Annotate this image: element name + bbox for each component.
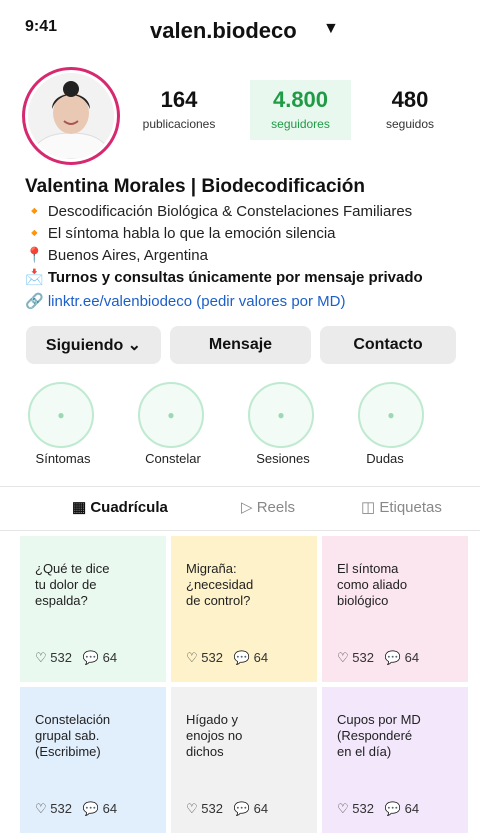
post-title: El síntoma como aliado biológico [337,561,408,608]
highlight-constelar[interactable]: ● [138,382,204,448]
bio-line-1: 🔸 Descodificación Biológica & Constelaci… [25,203,413,220]
bio-link[interactable]: 🔗 linktr.ee/valenbiodeco (pedir valores … [25,292,346,310]
avatar[interactable] [28,73,114,159]
profile-name: Valentina Morales | Biodecodificación [25,176,366,197]
post-stats: ♡ 532 💬 64 [337,801,420,816]
highlight-sintomas[interactable]: ● [28,382,94,448]
tab-reels[interactable]: ▷ Reels [241,498,295,516]
post-title: Hígado y enojos no dichos [186,712,243,759]
bio-location: 📍 Buenos Aires, Argentina [25,247,208,264]
stat-following-label: seguidos [385,117,435,131]
bio-contact-note: 📩 Turnos y consultas únicamente por mens… [25,269,423,286]
bio-line-2: 🔸 El síntoma habla lo que la emoción sil… [25,225,336,242]
tab-tagged[interactable]: ◫ Etiquetas [361,498,442,516]
stat-following-count: 480 [391,87,429,112]
post-tile[interactable]: ¿Qué te dice tu dolor de espalda? ♡ 532 … [20,536,166,682]
divider [0,486,480,487]
stat-followers[interactable]: 4.800 seguidores [250,80,351,140]
stat-posts-count: 164 [160,87,198,112]
highlight-dudas[interactable]: ● [358,382,424,448]
chevron-down-icon[interactable]: ▼ [323,20,339,38]
highlight-icon: ● [28,382,94,448]
divider [0,530,480,531]
post-stats: ♡ 532 💬 64 [186,801,269,816]
highlight-label: Síntomas [35,451,91,466]
highlight-icon: ● [248,382,314,448]
highlight-label: Sesiones [256,451,310,466]
post-title: Migraña: ¿necesidad de control? [186,561,254,608]
stat-posts[interactable]: 164 publicaciones [135,87,223,131]
contact-button[interactable]: Contacto [320,326,456,364]
message-button[interactable]: Mensaje [170,326,311,364]
post-tile[interactable]: Cupos por MD (Responderé en el día) ♡ 53… [322,687,468,833]
status-time: 9:41 [25,18,58,35]
post-tile[interactable]: El síntoma como aliado biológico ♡ 532 💬… [322,536,468,682]
post-tile[interactable]: Migraña: ¿necesidad de control? ♡ 532 💬 … [171,536,317,682]
highlight-sesiones[interactable]: ● [248,382,314,448]
post-stats: ♡ 532 💬 64 [186,650,269,665]
post-stats: ♡ 532 💬 64 [35,801,118,816]
stat-followers-label: seguidores [271,117,330,131]
post-title: Cupos por MD (Responderé en el día) [337,712,421,759]
stat-following[interactable]: 480 seguidos [370,87,450,131]
highlight-icon: ● [358,382,424,448]
following-button[interactable]: Siguiendo ⌄ [26,326,161,364]
profile-username[interactable]: valen.biodeco [150,18,297,44]
stat-followers-count: 4.800 [272,87,329,112]
tab-grid[interactable]: ▦ Cuadrícula [72,498,168,516]
post-stats: ♡ 532 💬 64 [337,650,420,665]
stat-posts-label: publicaciones [142,117,216,131]
highlight-label: Dudas [366,451,404,466]
post-tile[interactable]: Hígado y enojos no dichos ♡ 532 💬 64 [171,687,317,833]
post-tile[interactable]: Constelación grupal sab. (Escribime) ♡ 5… [20,687,166,833]
post-title: Constelación grupal sab. (Escribime) [35,712,111,759]
post-stats: ♡ 532 💬 64 [35,650,118,665]
avatar-image [28,73,114,159]
highlight-icon: ● [138,382,204,448]
post-title: ¿Qué te dice tu dolor de espalda? [35,561,110,608]
highlight-label: Constelar [145,451,201,466]
